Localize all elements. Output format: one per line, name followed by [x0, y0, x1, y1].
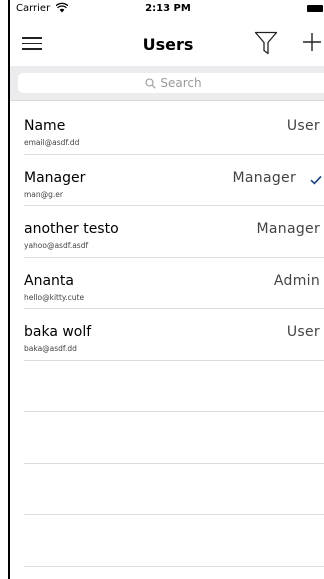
table-row[interactable]: Ananta hello@kitty.cute Admin — [10, 258, 324, 310]
empty-row — [10, 464, 324, 516]
filter-icon[interactable] — [254, 30, 278, 56]
user-name: Name — [24, 118, 66, 134]
search-bar — [10, 66, 324, 101]
user-email: yahoo@asdf.asdf — [24, 241, 89, 250]
status-bar: Carrier 2:13 PM — [10, 0, 324, 20]
user-email: email@asdf.dd — [24, 138, 80, 147]
user-role: Manager — [232, 169, 296, 186]
table-row[interactable]: baka wolf baka@asdf.dd User — [10, 309, 324, 361]
app-screen: Carrier 2:13 PM Users Name — [8, 0, 324, 579]
user-role: User — [286, 324, 320, 340]
table-row[interactable]: Name email@asdf.dd User — [10, 103, 324, 155]
user-email: hello@kitty.cute — [24, 292, 85, 302]
user-email: baka@asdf.dd — [24, 344, 77, 353]
users-list: Name email@asdf.dd User Manager man@g.er… — [10, 103, 324, 567]
user-role: Manager — [256, 221, 320, 237]
status-time: 2:13 PM — [145, 3, 191, 14]
empty-row — [10, 361, 324, 413]
battery-icon — [307, 5, 323, 12]
user-role: User — [286, 118, 320, 134]
user-role: Admin — [273, 272, 320, 289]
menu-icon[interactable] — [22, 35, 42, 51]
search-input[interactable] — [18, 73, 324, 93]
user-name: another testo — [24, 221, 119, 237]
table-row[interactable]: another testo yahoo@asdf.asdf Manager — [10, 206, 324, 258]
checkmark-icon — [310, 175, 322, 185]
user-email: man@g.er — [24, 189, 63, 199]
add-icon[interactable] — [302, 32, 322, 52]
user-name: baka wolf — [24, 324, 92, 340]
user-name: Manager — [24, 169, 86, 186]
empty-row — [10, 515, 324, 567]
empty-row — [10, 412, 324, 464]
navigation-bar: Users — [10, 20, 324, 66]
user-name: Ananta — [24, 272, 74, 289]
table-row[interactable]: Manager man@g.er Manager — [10, 155, 324, 207]
